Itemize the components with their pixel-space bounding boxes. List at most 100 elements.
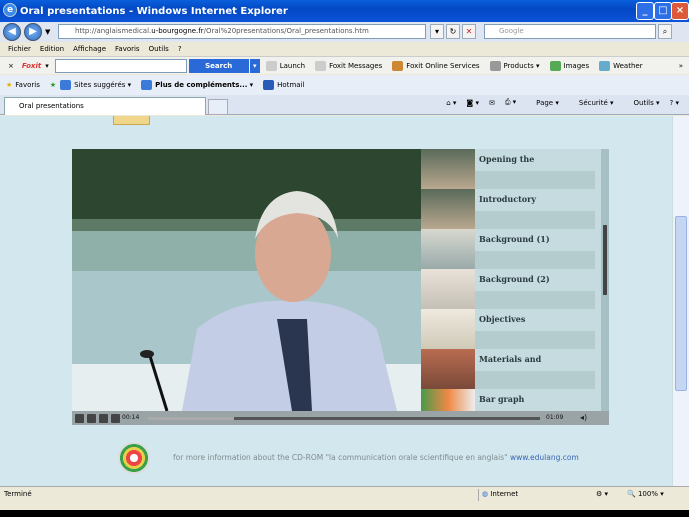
chapter-scroll-thumb[interactable]: [603, 225, 607, 295]
internet-zone: ◍ Internet: [482, 490, 519, 498]
globe-icon: ◍: [482, 490, 489, 498]
ie-logo-icon: e: [3, 3, 17, 17]
protected-mode-icon[interactable]: ⚙ ▾: [596, 487, 608, 501]
home-icon[interactable]: ⌂ ▾: [446, 99, 456, 107]
chapter-thumbnail: [421, 269, 475, 309]
ie-window: e Oral presentations - Windows Internet …: [0, 0, 689, 510]
chapter-item[interactable]: Objectives: [421, 309, 601, 349]
fav-sites-suggeres[interactable]: Sites suggérés ▾: [60, 80, 131, 90]
chapter-thumbnail: [421, 149, 475, 189]
menu-securite[interactable]: Sécurité ▾: [569, 99, 614, 107]
ie-page-icon: [60, 80, 72, 90]
search-input[interactable]: Google: [484, 24, 656, 39]
mail-icon[interactable]: ✉: [489, 99, 495, 107]
foxit-search-dropdown-icon[interactable]: ▾: [249, 58, 260, 73]
decorative-tab: [113, 116, 150, 125]
page-scroll-thumb[interactable]: [675, 216, 687, 391]
help-icon[interactable]: ? ▾: [670, 99, 679, 107]
favorites-button[interactable]: ★ Favoris: [6, 81, 40, 89]
chapter-thumbnail: [421, 389, 475, 411]
foxit-weather[interactable]: Weather: [599, 60, 643, 71]
favorites-bar: ★ Favoris ★ Sites suggérés ▾ Plus de comp…: [0, 75, 689, 95]
chapter-item[interactable]: Introductory: [421, 189, 601, 229]
foxit-search-button[interactable]: Search: [188, 58, 249, 73]
status-bar: Terminé ◍ Internet ⚙ ▾ 🔍 100% ▾: [0, 486, 689, 502]
speaker-video: [72, 149, 421, 411]
print-icon[interactable]: ⎙ ▾: [505, 98, 516, 107]
online-services-icon: [392, 60, 404, 71]
menu-page[interactable]: Page ▾: [526, 99, 559, 107]
play-icon[interactable]: [75, 413, 84, 423]
messages-icon: [315, 60, 327, 71]
page-scrollbar[interactable]: [672, 116, 689, 486]
chapter-thumbnail: [421, 309, 475, 349]
menu-fichier[interactable]: Fichier: [8, 45, 31, 53]
back-button[interactable]: ◀: [3, 23, 21, 41]
chapter-item[interactable]: Background (2): [421, 269, 601, 309]
chapter-thumbnail: [421, 349, 475, 389]
status-text: Terminé: [4, 490, 32, 498]
toolbar-close-icon[interactable]: ×: [8, 62, 14, 70]
weather-icon: [599, 60, 611, 71]
chapter-item[interactable]: Opening the: [421, 149, 601, 189]
menu-tools[interactable]: Outils ▾: [624, 99, 660, 107]
fav-plus-de-complements[interactable]: Plus de compléments... ▾: [141, 80, 253, 90]
foxit-images[interactable]: Images: [549, 60, 589, 71]
player-controls: 00:14 01:09 ◂): [72, 411, 609, 425]
minimize-button[interactable]: _: [636, 2, 654, 20]
menu-outils[interactable]: Outils: [149, 45, 169, 53]
video-player: Opening the Introductory Background (1) …: [72, 149, 609, 425]
add-favorite-icon[interactable]: ★: [50, 81, 56, 89]
compat-view-icon[interactable]: ▾: [430, 24, 444, 39]
forward-button[interactable]: ▶: [24, 23, 42, 41]
next-icon[interactable]: [111, 413, 120, 423]
fav-hotmail[interactable]: Hotmail: [263, 80, 304, 90]
star-icon: ★: [6, 81, 13, 89]
chapter-item[interactable]: Background (1): [421, 229, 601, 269]
page-content: Opening the Introductory Background (1) …: [0, 116, 672, 486]
video-frame[interactable]: [72, 149, 421, 411]
foxit-online-services[interactable]: Foxit Online Services: [392, 60, 480, 71]
images-icon: [549, 60, 561, 71]
chapter-thumbnail: [421, 189, 475, 229]
menu-edition[interactable]: Edition: [40, 45, 64, 53]
address-input[interactable]: http://anglaismedical.u-bourgogne.fr/Ora…: [58, 24, 426, 39]
menu-affichage[interactable]: Affichage: [73, 45, 106, 53]
chapter-thumbnail: [421, 229, 475, 269]
foxit-products[interactable]: Products ▾: [489, 60, 540, 71]
footer-text: for more information about the CD-ROM "l…: [173, 453, 579, 462]
edulang-link[interactable]: www.edulang.com: [510, 453, 579, 462]
foxit-messages[interactable]: Foxit Messages: [315, 60, 382, 71]
zoom-icon: 🔍: [627, 490, 636, 498]
maximize-button[interactable]: □: [654, 2, 672, 20]
new-tab-button[interactable]: [208, 99, 228, 115]
chapter-item[interactable]: Materials and: [421, 349, 601, 389]
previous-icon[interactable]: [99, 413, 108, 423]
address-row: ◀ ▶ ▼ http://anglaismedical.u-bourgogne.…: [0, 22, 689, 42]
search-go-icon[interactable]: ⌕: [658, 24, 672, 39]
total-time: 01:09: [546, 414, 564, 421]
stop-icon[interactable]: ✕: [462, 24, 476, 39]
toolbar-options-icon[interactable]: »: [679, 62, 683, 70]
foxit-search-input[interactable]: [54, 58, 187, 73]
tab-row: Oral presentations ⌂ ▾ ◙ ▾ ✉ ⎙ ▾ Page ▾ …: [0, 95, 689, 115]
foxit-launch[interactable]: Launch: [265, 60, 305, 71]
stop-icon[interactable]: [87, 413, 96, 423]
elapsed-time: 00:14: [122, 414, 140, 421]
msn-icon: [263, 80, 275, 90]
close-button[interactable]: ×: [671, 2, 689, 20]
seek-bar[interactable]: [148, 417, 540, 420]
volume-icon[interactable]: ◂): [580, 413, 587, 422]
chapter-scrollbar[interactable]: [601, 149, 609, 411]
zoom-level[interactable]: 🔍 100% ▾: [627, 487, 664, 501]
refresh-icon[interactable]: ↻: [446, 24, 460, 39]
chapter-list: Opening the Introductory Background (1) …: [421, 149, 609, 411]
tab-oral-presentations[interactable]: Oral presentations: [4, 97, 206, 115]
history-dropdown-icon[interactable]: ▼: [45, 28, 50, 36]
menu-favoris[interactable]: Favoris: [115, 45, 140, 53]
products-icon: [489, 60, 501, 71]
feeds-icon[interactable]: ◙ ▾: [466, 99, 479, 107]
foxit-dropdown-icon[interactable]: ▾: [45, 62, 49, 70]
chapter-item[interactable]: Bar graph: [421, 389, 601, 411]
menu-help[interactable]: ?: [178, 45, 182, 53]
